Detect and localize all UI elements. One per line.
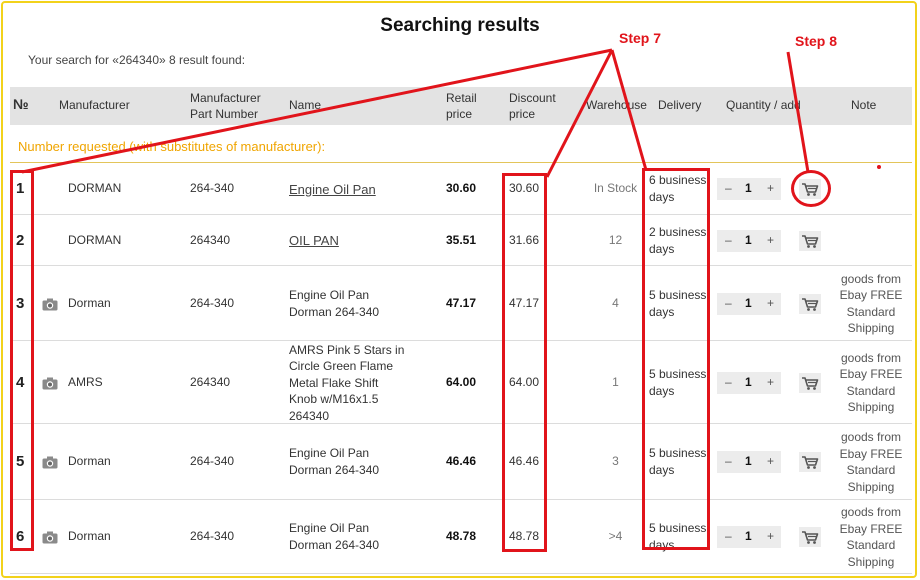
arrow-step7-discount	[545, 49, 614, 178]
arrow-step7-number	[21, 48, 613, 174]
arrow-step7-delivery	[610, 49, 648, 171]
annotation-dot	[877, 165, 881, 169]
arrow-step8-cart	[786, 51, 810, 173]
annotation-arrows	[21, 48, 881, 178]
